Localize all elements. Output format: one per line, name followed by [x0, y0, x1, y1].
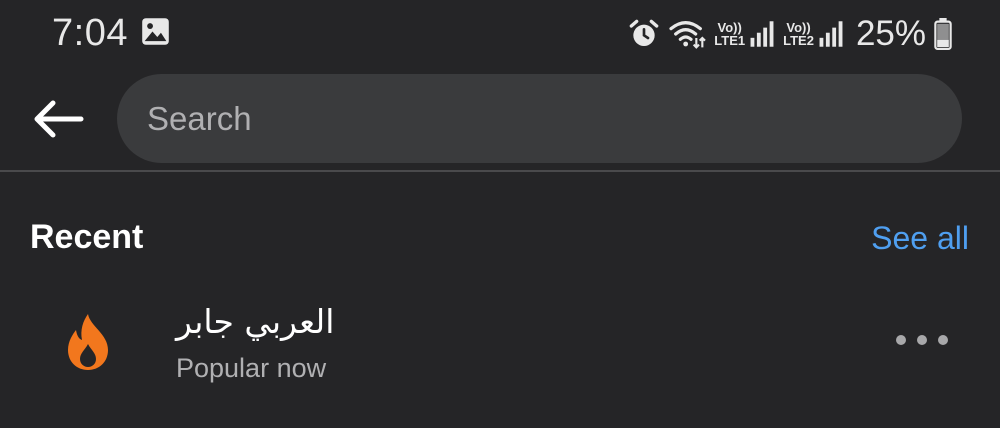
sim2-label: Vo)) LTE2: [783, 21, 814, 47]
alarm-icon: [629, 19, 659, 46]
wifi-icon: [669, 21, 707, 49]
back-arrow-icon: [34, 100, 84, 138]
dot-icon: [896, 335, 906, 345]
dot-icon: [917, 335, 927, 345]
sim1-network: LTE1: [714, 33, 746, 48]
sim2-network: LTE2: [783, 33, 814, 48]
sim2-signal: Vo)) LTE2: [783, 20, 844, 48]
search-row: [0, 74, 1000, 164]
sim1-label: Vo)) LTE1: [714, 21, 745, 47]
fire-icon: [68, 314, 108, 370]
gallery-icon: [142, 18, 169, 45]
divider: [0, 170, 1000, 172]
item-title: العربي جابر: [176, 302, 335, 341]
search-input[interactable]: [117, 74, 962, 163]
battery-percent: 25%: [855, 14, 926, 53]
back-button[interactable]: [28, 94, 88, 144]
battery-icon: [934, 18, 952, 50]
recent-search-item[interactable]: العربي جابر Popular now: [0, 290, 1000, 400]
sim1-signal: Vo)) LTE1: [714, 20, 775, 48]
item-subtitle: Popular now: [176, 353, 327, 383]
recent-heading: Recent: [30, 218, 144, 256]
status-time: 7:04: [52, 12, 128, 54]
more-options-button[interactable]: [896, 328, 948, 352]
status-bar: 7:04 Vo)) LTE1 Vo)) LTE2 25%: [0, 0, 1000, 66]
signal-icon: [750, 21, 774, 47]
see-all-link[interactable]: See all: [871, 220, 969, 257]
signal-icon: [819, 21, 843, 47]
dot-icon: [938, 335, 948, 345]
status-icons: Vo)) LTE1 Vo)) LTE2 25%: [628, 12, 952, 56]
